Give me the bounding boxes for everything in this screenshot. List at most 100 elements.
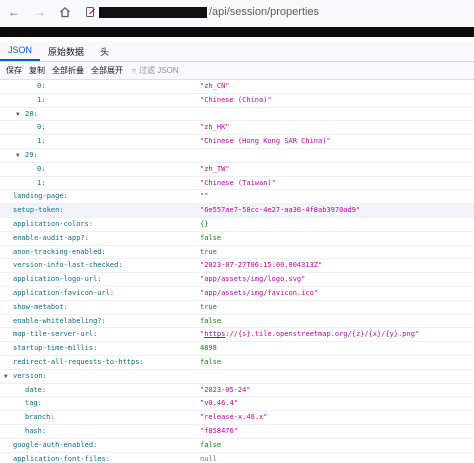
json-row[interactable]: 1: "Chinese (Hong Kong SAR China)" xyxy=(0,135,474,149)
json-row[interactable]: anon-tracking-enabled: true xyxy=(0,246,474,260)
filter-icon: ▿ xyxy=(132,66,137,75)
json-key: 0: xyxy=(37,164,46,173)
json-key: startup-time-millis: xyxy=(13,344,98,353)
json-value: "Chinese (Taiwan)" xyxy=(200,178,276,187)
json-key: 1: xyxy=(37,137,46,146)
tab-headers[interactable]: 头 xyxy=(92,41,117,61)
filter-placeholder: 过滤 JSON xyxy=(139,66,179,75)
bookmarks-bar-redacted xyxy=(0,27,474,37)
json-row[interactable]: branch: "release-x.46.x" xyxy=(0,411,474,425)
json-value: "Chinese (Hong Kong SAR China)" xyxy=(200,137,331,146)
json-key: enable-whitelabeling?: xyxy=(13,316,106,325)
expand-toggle-icon[interactable]: ▼ xyxy=(4,370,8,384)
json-key: application-colors: xyxy=(13,219,94,228)
json-value: false xyxy=(200,440,222,449)
json-value: false xyxy=(200,316,222,325)
json-key: hash: xyxy=(25,426,47,435)
collapse-all-button[interactable]: 全部折叠 xyxy=(52,65,84,76)
json-value: "zh_CN" xyxy=(200,82,230,90)
json-key: version-info-last-checked: xyxy=(13,261,123,270)
back-arrow-icon[interactable]: ← xyxy=(4,3,24,21)
json-value: true xyxy=(200,302,217,311)
json-key: enable-audit-app?: xyxy=(13,233,89,242)
json-key: redirect-all-requests-to-https: xyxy=(13,357,144,366)
json-value: "6e557ae7-58cc-4e27-aa36-4f8ab3970ad9" xyxy=(200,206,361,215)
json-row[interactable]: 0: "zh_TW" xyxy=(0,163,474,177)
json-value: "" xyxy=(200,192,209,201)
json-row[interactable]: tag: "v0.46.4" xyxy=(0,397,474,412)
json-value: "app/assets/img/favicon.ico" xyxy=(200,288,319,297)
json-key: tag: xyxy=(25,399,42,408)
expand-toggle-icon[interactable]: ▼ xyxy=(16,108,20,122)
json-row[interactable]: 1: "Chinese (Taiwan)" xyxy=(0,177,474,191)
json-row[interactable]: 1: "Chinese (China)" xyxy=(0,94,474,108)
tab-json[interactable]: JSON xyxy=(0,41,41,61)
json-key: map-tile-server-url: xyxy=(13,330,98,339)
json-row[interactable]: 0: "zh_HK" xyxy=(0,121,474,136)
page-info-icon[interactable] xyxy=(84,6,96,18)
viewer-tabs: JSON 原始数据 头 xyxy=(0,41,474,62)
json-row[interactable]: application-logo-url: "app/assets/img/log… xyxy=(0,273,474,287)
json-value-rest: ://{s}.tile.openstreetmap.org/{z}/{x}/{y… xyxy=(225,330,420,339)
json-row[interactable]: landing-page: "" xyxy=(0,190,474,205)
json-row[interactable]: date: "2023-05-24" xyxy=(0,384,474,398)
expand-toggle-icon[interactable]: ▼ xyxy=(16,149,20,163)
expand-all-button[interactable]: 全部展开 xyxy=(91,65,123,76)
json-row[interactable]: application-favicon-url: "app/assets/img/… xyxy=(0,287,474,301)
url-host-redacted xyxy=(99,6,207,18)
json-value: "2023-07-27T06:15:00.004313Z" xyxy=(200,261,323,270)
browser-toolbar: ← → /api/session/properties xyxy=(0,0,474,26)
json-key: application-logo-url: xyxy=(13,275,102,284)
json-key: 29: xyxy=(25,150,38,159)
json-row[interactable]: google-auth-enabled: false xyxy=(0,439,474,453)
json-value: true xyxy=(200,247,217,256)
json-row[interactable]: setup-token: "6e557ae7-58cc-4e27-aa36-4f8… xyxy=(0,204,474,218)
json-row[interactable]: version-info-last-checked: "2023-07-27T06… xyxy=(0,259,474,274)
json-key: 0: xyxy=(37,82,46,90)
json-row[interactable]: application-font-files: null xyxy=(0,453,474,463)
json-row[interactable]: map-tile-server-url: "https://{s}.tile.op… xyxy=(0,328,474,343)
json-key: version: xyxy=(13,371,47,380)
json-value: "2023-05-24" xyxy=(200,385,251,394)
json-key: landing-page: xyxy=(13,192,68,201)
json-key: date: xyxy=(25,385,47,394)
json-value: null xyxy=(200,454,217,463)
json-row[interactable]: enable-whitelabeling?: false xyxy=(0,315,474,329)
json-row[interactable]: enable-audit-app?: false xyxy=(0,232,474,246)
json-value: "zh_HK" xyxy=(200,123,230,132)
json-value: "release-x.46.x" xyxy=(200,413,268,422)
json-key: setup-token: xyxy=(13,206,64,215)
home-icon[interactable] xyxy=(55,3,75,21)
filter-json-input[interactable]: ▿ 过滤 JSON xyxy=(132,65,179,76)
json-value-link[interactable]: https xyxy=(204,330,225,338)
json-row[interactable]: show-metabot: true xyxy=(0,301,474,315)
json-value: "app/assets/img/logo.svg" xyxy=(200,275,306,284)
tab-raw-data[interactable]: 原始数据 xyxy=(40,41,92,61)
json-value: "https://{s}.tile.openstreetmap.org/{z}/… xyxy=(200,328,419,342)
json-row[interactable]: 0: "zh_CN" xyxy=(0,80,474,94)
json-key: 1: xyxy=(37,178,46,187)
json-row[interactable]: startup-time-millis: 4898 xyxy=(0,342,474,356)
json-tree: 0: "zh_CN" 1: "Chinese (China)" ▼ 28: 0: "zh_HK… xyxy=(0,80,474,463)
json-key: 0: xyxy=(37,123,46,132)
json-row[interactable]: application-colors: {} xyxy=(0,218,474,232)
json-key: application-font-files: xyxy=(13,454,110,463)
viewer-toolbar: 保存 复制 全部折叠 全部展开 ▿ 过滤 JSON xyxy=(0,62,474,80)
copy-button[interactable]: 复制 xyxy=(29,65,45,76)
json-row[interactable]: ▼ 28: xyxy=(0,108,474,122)
forward-arrow-icon[interactable]: → xyxy=(30,3,50,21)
json-key: 28: xyxy=(25,109,38,118)
address-bar[interactable]: /api/session/properties xyxy=(80,3,470,21)
json-row[interactable]: ▼ version: xyxy=(0,370,474,384)
json-key: show-metabot: xyxy=(13,302,68,311)
save-button[interactable]: 保存 xyxy=(6,65,22,76)
json-value: "zh_TW" xyxy=(200,164,230,173)
json-key: branch: xyxy=(25,413,55,422)
json-row[interactable]: redirect-all-requests-to-https: false xyxy=(0,356,474,370)
json-key: google-auth-enabled: xyxy=(13,440,98,449)
json-value: "v0.46.4" xyxy=(200,399,238,408)
json-row[interactable]: ▼ 29: xyxy=(0,149,474,163)
json-value: "f858476" xyxy=(200,426,238,435)
json-row[interactable]: hash: "f858476" xyxy=(0,425,474,439)
json-value: false xyxy=(200,357,222,366)
